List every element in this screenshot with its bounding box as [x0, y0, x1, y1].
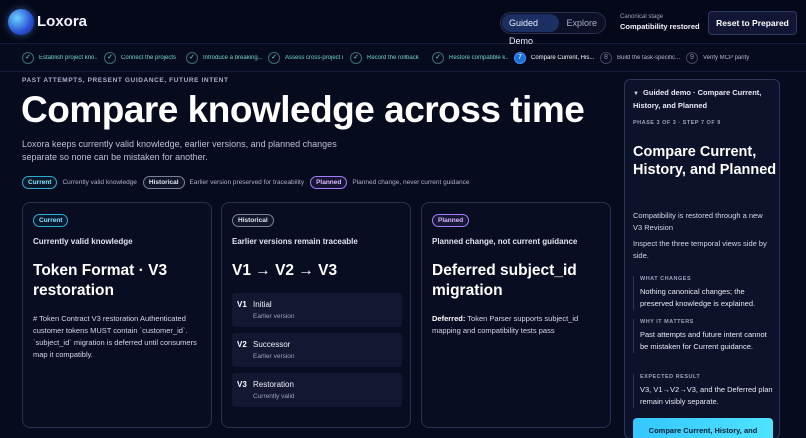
panel-title: Compare Current, History, and Planned	[633, 144, 777, 178]
caret-down-icon: ▼	[633, 91, 639, 97]
check-icon: ✓	[350, 51, 362, 64]
legend-current-text: Currently valid knowledge	[62, 179, 137, 186]
step-label: Build the task-specific...	[617, 54, 680, 61]
panel-toggle[interactable]: ▼ Guided demo · Compare Current, History…	[633, 87, 775, 111]
version-list: V1 Initial Earlier version V2 Successor …	[232, 293, 402, 413]
check-icon: ✓	[268, 51, 280, 64]
step-label: Introduce a breaking...	[203, 54, 262, 61]
brand-name: Loxora	[37, 13, 88, 30]
version-status: Currently valid	[253, 393, 295, 400]
tab-guided-demo[interactable]: Guided Demo	[502, 14, 560, 46]
step-5[interactable]: ✓ Record the rollback	[350, 48, 426, 68]
step-9[interactable]: 9 Verify MCP parity	[686, 48, 762, 68]
intro-text: Loxora keeps currently valid knowledge, …	[22, 139, 337, 162]
legend-historical-text: Earlier version preserved for traceabili…	[189, 179, 305, 186]
step-4[interactable]: ✓ Assess cross-project i...	[268, 48, 344, 68]
step-3[interactable]: ✓ Introduce a breaking...	[186, 48, 262, 68]
panel-description: Compatibility is restored through a new …	[633, 211, 763, 232]
version-id: V1	[237, 300, 247, 309]
compare-cta-button[interactable]: Compare Current, History, and	[633, 418, 773, 438]
card-body: # Token Contract V3 restoration Authenti…	[33, 314, 197, 359]
guided-demo-panel: ▼ Guided demo · Compare Current, History…	[624, 79, 780, 438]
step-label: Assess cross-project i...	[285, 54, 344, 61]
version-name: Restoration	[253, 380, 294, 389]
check-icon: ✓	[104, 51, 116, 64]
what-changes-section: WHAT CHANGES Nothing canonical changes; …	[633, 276, 777, 310]
eyebrow: PAST ATTEMPTS, PRESENT GUIDANCE, FUTURE …	[22, 77, 229, 84]
canonical-stage: Canonical stage Compatibility restored	[620, 14, 700, 31]
mode-toggle: Guided Demo Explore	[500, 12, 606, 46]
panel-phase: PHASE 3 OF 3 · STEP 7 OF 9	[633, 120, 721, 126]
check-icon: ✓	[186, 51, 198, 64]
step-label: Record the rollback	[367, 54, 419, 61]
section-value: Nothing canonical changes; the preserved…	[640, 287, 756, 308]
card-heading: Deferred subject_id migration	[432, 262, 577, 299]
version-row[interactable]: V3 Restoration Currently valid	[232, 373, 402, 407]
check-icon: ✓	[432, 51, 444, 64]
version-name: Initial	[253, 300, 272, 309]
step-label: Compare Current, His...	[531, 54, 594, 61]
step-label: Restore compatible k...	[449, 54, 508, 61]
deferred-label: Deferred:	[432, 314, 466, 323]
version-name: Successor	[253, 340, 291, 349]
section-key: WHY IT MATTERS	[640, 319, 694, 325]
legend-current-pill: Current	[22, 176, 58, 189]
step-6[interactable]: ✓ Restore compatible k...	[432, 48, 508, 68]
current-badge: Current	[33, 214, 69, 227]
card-subtitle: Currently valid knowledge	[33, 237, 133, 246]
card-subtitle: Earlier versions remain traceable	[232, 237, 358, 246]
section-key: WHAT CHANGES	[640, 276, 692, 282]
legend-planned-pill: Planned	[310, 176, 348, 189]
why-it-matters-section: WHY IT MATTERS Past attempts and future …	[633, 319, 777, 353]
loxora-logo-icon	[8, 9, 34, 35]
step-label: Connect the projects	[121, 54, 177, 61]
card-heading: V1 → V2 → V3	[232, 262, 338, 279]
step-2[interactable]: ✓ Connect the projects	[104, 48, 180, 68]
version-status: Earlier version	[253, 353, 295, 360]
panel-instruction: Inspect the three temporal views side by…	[633, 239, 767, 260]
card-heading: Token Format · V3 restoration	[33, 262, 168, 299]
historical-badge: Historical	[232, 214, 274, 227]
historical-card: Historical Earlier versions remain trace…	[221, 202, 411, 428]
section-value: V3, V1→V2→V3, and the Deferred plan rema…	[640, 385, 773, 406]
step-number: 8	[600, 51, 612, 64]
card-subtitle: Planned change, not current guidance	[432, 237, 578, 246]
tab-explore[interactable]: Explore	[559, 14, 604, 32]
reset-to-prepared-button[interactable]: Reset to Prepared	[708, 11, 797, 35]
planned-card: Planned Planned change, not current guid…	[421, 202, 611, 428]
step-label: Verify MCP parity	[703, 54, 750, 61]
version-id: V3	[237, 380, 247, 389]
expected-result-section: EXPECTED RESULT V3, V1→V2→V3, and the De…	[633, 374, 777, 408]
version-row[interactable]: V2 Successor Earlier version	[232, 333, 402, 367]
section-value: Past attempts and future intent cannot b…	[640, 330, 767, 351]
card-body: Deferred: Token Parser supports subject_…	[432, 313, 602, 337]
stage-label: Canonical stage	[620, 14, 664, 20]
stage-value: Compatibility restored	[620, 22, 700, 31]
version-id: V2	[237, 340, 247, 349]
legend-planned-text: Planned change, never current guidance	[352, 179, 470, 186]
version-row[interactable]: V1 Initial Earlier version	[232, 293, 402, 327]
step-number: 9	[686, 51, 698, 64]
legend: Current Currently valid knowledge Histor…	[22, 176, 475, 189]
planned-badge: Planned	[432, 214, 470, 227]
legend-historical-pill: Historical	[142, 176, 185, 189]
step-number: 7	[514, 51, 526, 64]
app-header: Loxora Guided Demo Explore Canonical sta…	[0, 0, 806, 46]
section-key: EXPECTED RESULT	[640, 374, 701, 380]
step-label: Establish project kno...	[39, 54, 98, 61]
check-icon: ✓	[22, 51, 34, 64]
step-8[interactable]: 8 Build the task-specific...	[600, 48, 680, 68]
step-progress-bar: ✓ Establish project kno... ✓ Connect the…	[0, 44, 806, 72]
page-title: Compare knowledge across time	[21, 89, 585, 130]
version-status: Earlier version	[253, 313, 295, 320]
step-1[interactable]: ✓ Establish project kno...	[22, 48, 98, 68]
step-7-current[interactable]: 7 Compare Current, His...	[514, 48, 594, 68]
panel-header-text: Guided demo · Compare Current, History, …	[633, 88, 762, 110]
current-card: Current Currently valid knowledge Token …	[22, 202, 212, 428]
